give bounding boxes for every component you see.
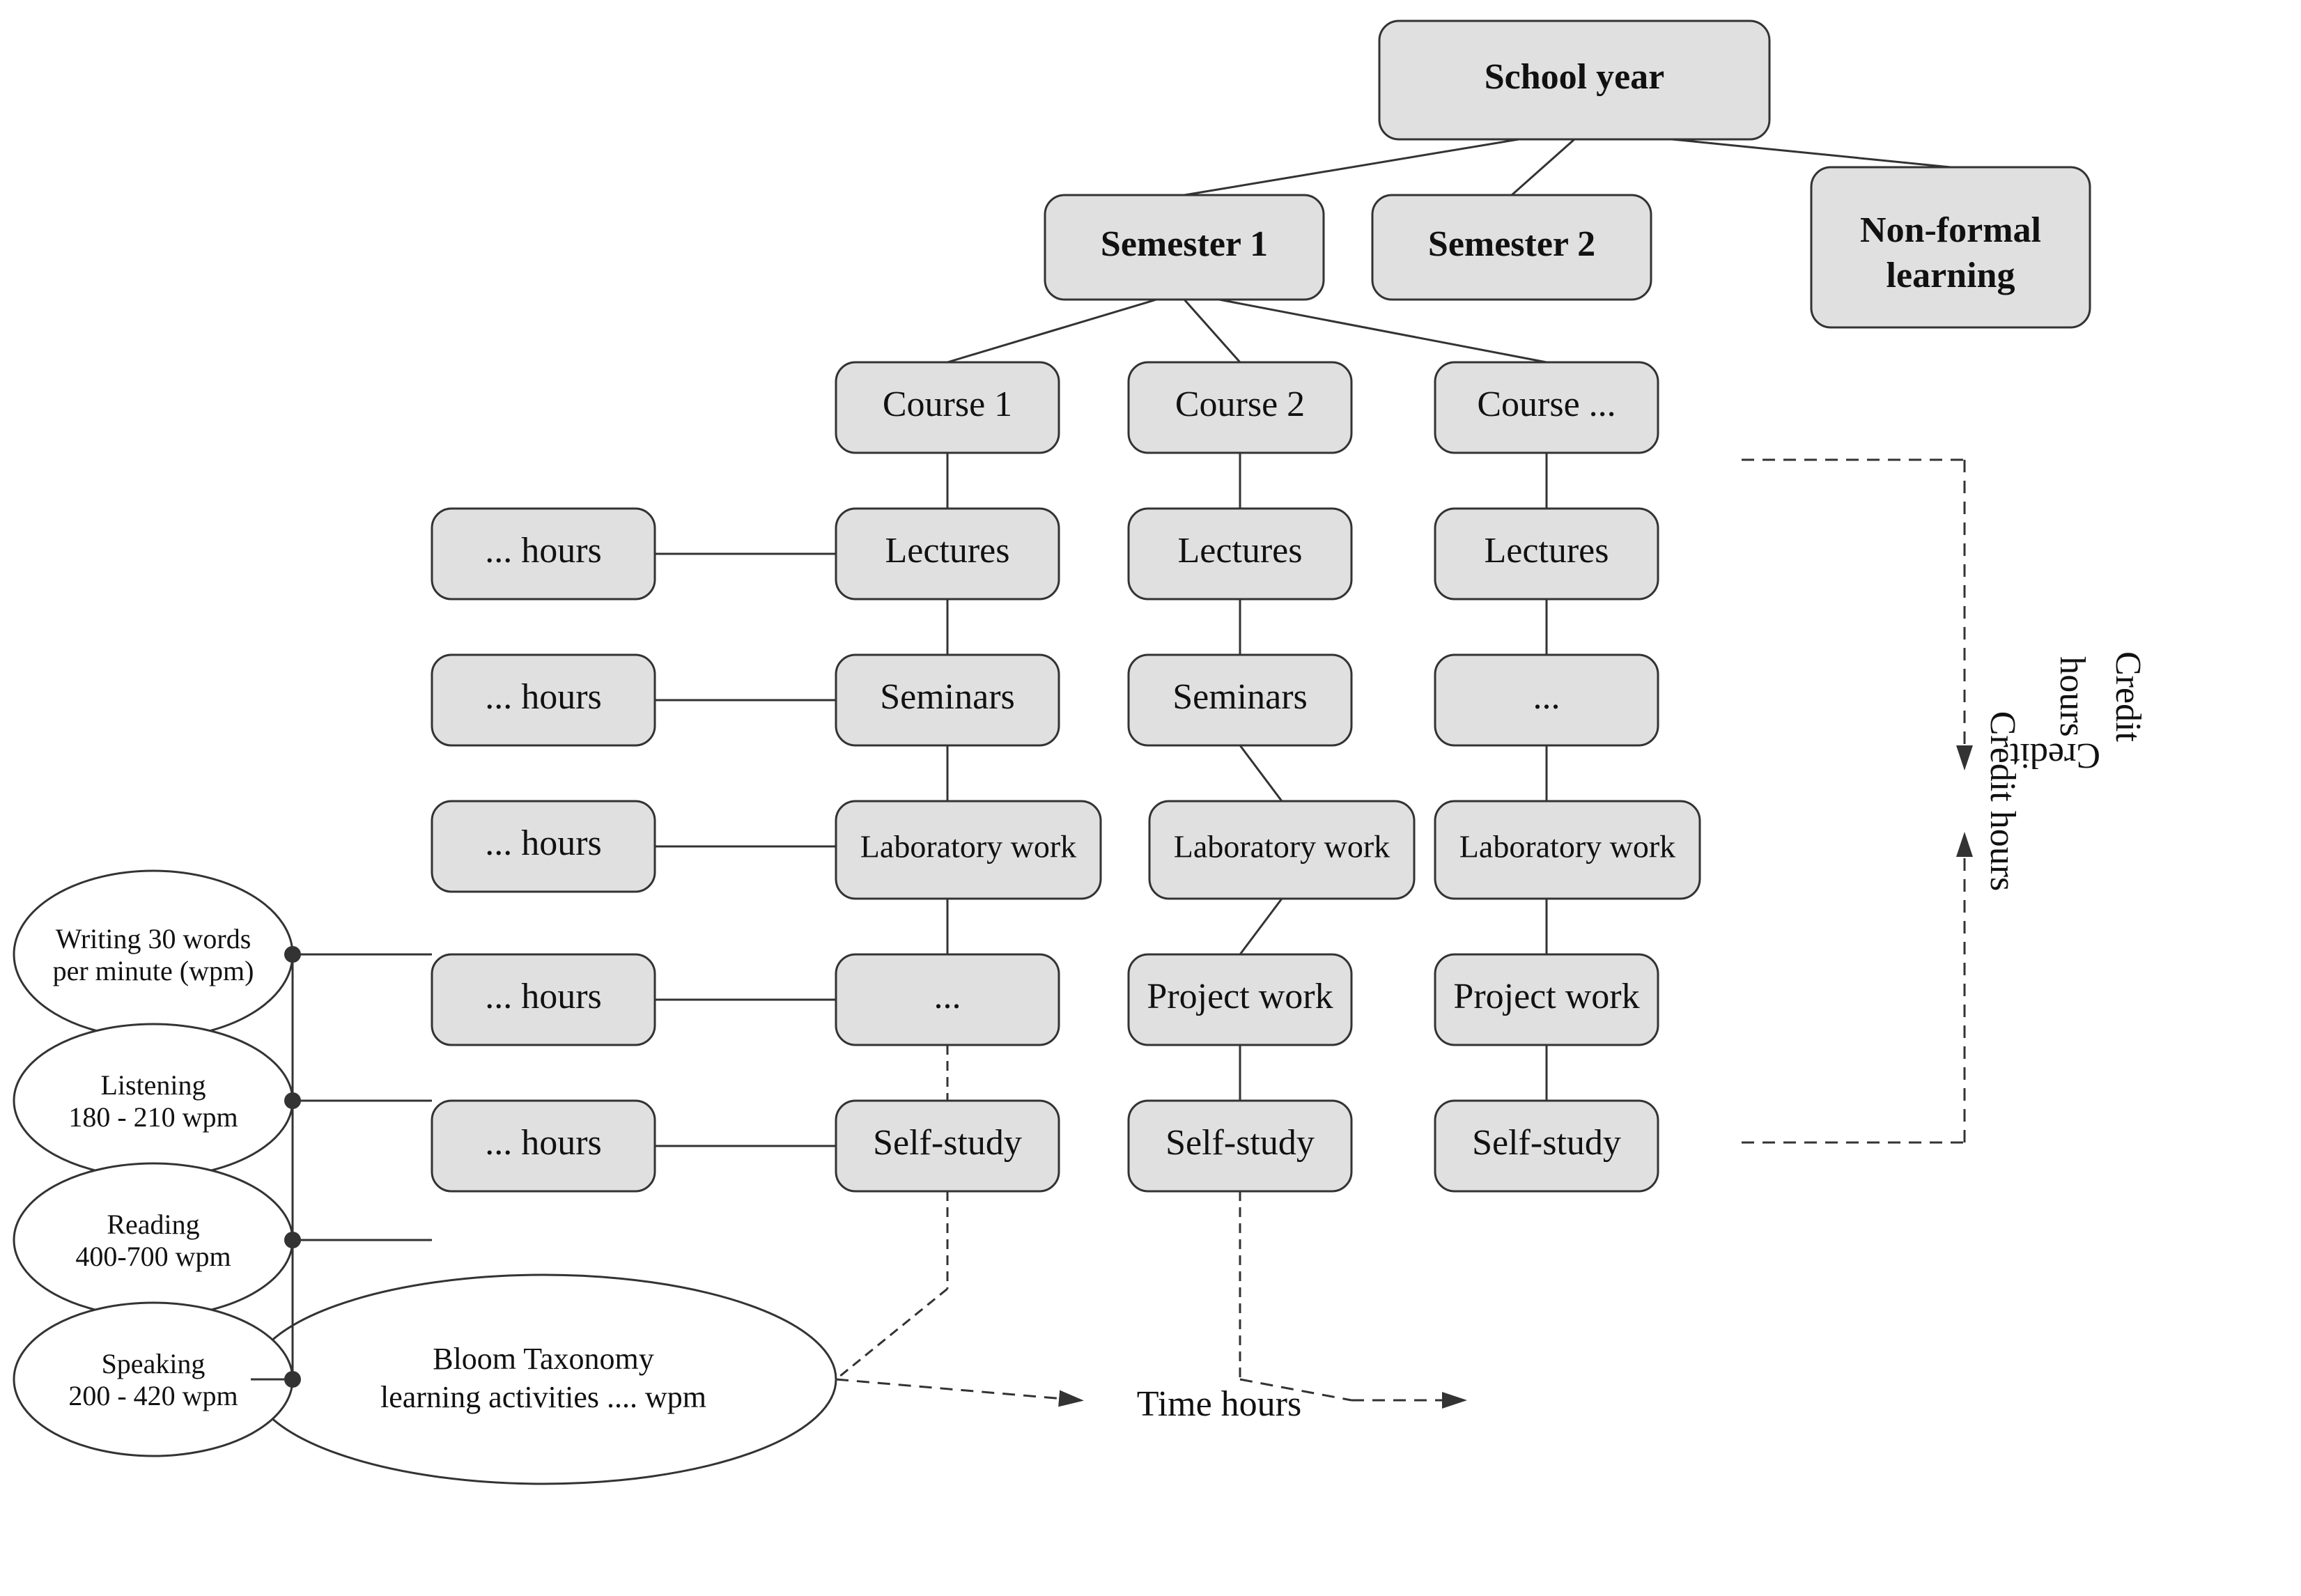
- credit-hours-text2: hours: [2052, 656, 2092, 737]
- other1-label: ...: [934, 977, 961, 1016]
- school-year-label: School year: [1485, 57, 1665, 97]
- nonformal-label1: Non-formal: [1860, 210, 2041, 250]
- selfstudyN-label: Self-study: [1472, 1123, 1621, 1163]
- course2-label: Course 2: [1175, 385, 1305, 424]
- bloom-label1: Bloom Taxonomy: [433, 1342, 654, 1376]
- hours-ss-label: ... hours: [485, 1123, 602, 1163]
- listening-label1: Listening: [100, 1069, 206, 1101]
- time-hours-label: Time hours: [1137, 1384, 1301, 1424]
- writing-label1: Writing 30 words: [56, 923, 251, 954]
- projectN-label: Project work: [1453, 977, 1639, 1016]
- bloom-label2: learning activities .... wpm: [380, 1380, 706, 1414]
- hours-lab-label: ... hours: [485, 823, 602, 863]
- project2-label: Project work: [1147, 977, 1333, 1016]
- speaking-label1: Speaking: [102, 1348, 206, 1379]
- writing-label2: per minute (wpm): [53, 955, 254, 986]
- semester1-label: Semester 1: [1101, 224, 1268, 264]
- seminarsN-label: ...: [1533, 677, 1560, 717]
- reading-label1: Reading: [107, 1209, 199, 1240]
- labN-label: Laboratory work: [1459, 829, 1675, 865]
- courseN-label: Course ...: [1477, 385, 1616, 424]
- selfstudy2-label: Self-study: [1165, 1123, 1315, 1163]
- credit-hours-text1: Credit: [2108, 651, 2148, 743]
- lectures1-label: Lectures: [885, 531, 1009, 571]
- seminars2-label: Seminars: [1172, 677, 1308, 717]
- course1-label: Course 1: [883, 385, 1012, 424]
- reading-label2: 400-700 wpm: [75, 1241, 231, 1272]
- lab1-label: Laboratory work: [860, 829, 1076, 865]
- lecturesN-label: Lectures: [1484, 531, 1609, 571]
- credit-hours-vert: Credit hours: [1983, 711, 2022, 892]
- hours-oth-label: ... hours: [485, 977, 602, 1016]
- seminars1-label: Seminars: [880, 677, 1015, 717]
- selfstudy1-label: Self-study: [873, 1123, 1022, 1163]
- lectures2-label: Lectures: [1177, 531, 1302, 571]
- nonformal-label2: learning: [1886, 256, 2015, 295]
- hours-lec-label: ... hours: [485, 531, 602, 571]
- listening-label2: 180 - 210 wpm: [68, 1101, 238, 1133]
- speaking-label2: 200 - 420 wpm: [68, 1380, 238, 1411]
- hours-sem-label: ... hours: [485, 677, 602, 717]
- lab2-label: Laboratory work: [1174, 829, 1390, 865]
- semester2-label: Semester 2: [1428, 224, 1595, 264]
